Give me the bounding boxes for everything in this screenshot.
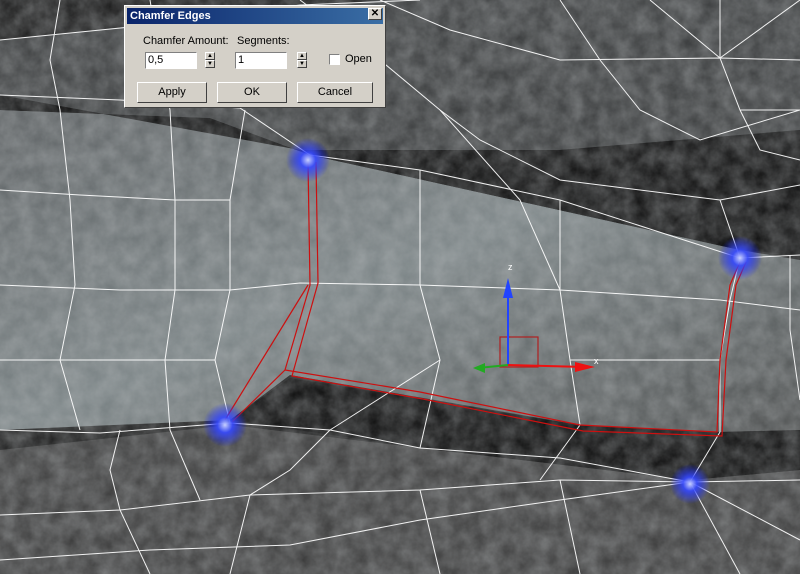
3d-viewport[interactable]: z x	[0, 0, 800, 574]
selected-vertex-1	[286, 138, 330, 182]
apply-button[interactable]: Apply	[137, 82, 207, 103]
segments-input[interactable]: 1	[235, 52, 287, 69]
close-icon: ✕	[370, 8, 380, 19]
selected-vertex-3	[203, 403, 247, 447]
segments-label: Segments:	[237, 35, 290, 47]
selected-vertex-2	[718, 236, 762, 280]
open-label[interactable]: Open	[345, 53, 372, 65]
ok-button[interactable]: OK	[217, 82, 287, 103]
cancel-button[interactable]: Cancel	[297, 82, 373, 103]
chamfer-amount-down-arrow[interactable]: ▼	[205, 60, 215, 68]
dialog-titlebar[interactable]: Chamfer Edges	[127, 8, 383, 24]
segments-down-arrow[interactable]: ▼	[297, 60, 307, 68]
selected-vertex-4	[670, 464, 710, 504]
dialog-title: Chamfer Edges	[130, 10, 211, 22]
chamfer-amount-spinner: 0,5 ▲ ▼	[145, 52, 217, 69]
gizmo-z-label: z	[508, 262, 513, 272]
chamfer-amount-input[interactable]: 0,5	[145, 52, 197, 69]
close-button[interactable]: ✕	[368, 8, 382, 20]
segments-up-arrow[interactable]: ▲	[297, 52, 307, 60]
chamfer-amount-label: Chamfer Amount:	[143, 35, 229, 47]
segments-spinner: 1 ▲ ▼	[235, 52, 307, 69]
chamfer-amount-up-arrow[interactable]: ▲	[205, 52, 215, 60]
gizmo-x-label: x	[594, 356, 599, 366]
open-checkbox[interactable]	[329, 54, 340, 65]
chamfer-edges-dialog: Chamfer Edges ✕ Chamfer Amount: Segments…	[124, 5, 386, 108]
